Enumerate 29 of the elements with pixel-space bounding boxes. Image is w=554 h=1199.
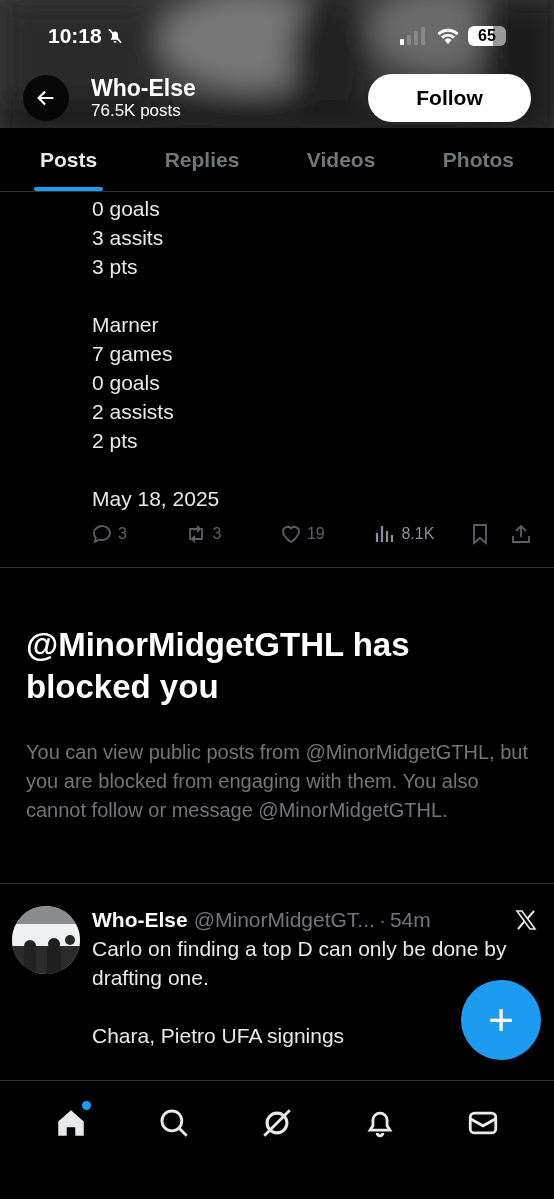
action-reply-button[interactable]: 3 (90, 522, 185, 546)
author-handle: @MinorMidgetGT... (193, 907, 375, 933)
action-repost-button[interactable]: 3 (184, 522, 279, 546)
action-like-button[interactable]: 19 (278, 522, 374, 546)
blocked-title: @MinorMidgetGTHL has blocked you (26, 625, 411, 707)
tab[interactable]: Videos (286, 128, 396, 191)
separator-dot: · (378, 907, 386, 933)
compose-button[interactable]: + (461, 980, 541, 1060)
post-time: 54m (389, 907, 431, 933)
tweet-text: Chara, Pietro UFA signings (92, 1023, 346, 1049)
comment-icon (90, 522, 114, 546)
battery-level: 65 (478, 28, 496, 44)
blocked-message: You can view public posts from @MinorMidgetGTHL, but you are blocked from engaging with them. You also cannot follow or message @MinorMidgetGTHL. (26, 740, 528, 823)
x-logo-icon (514, 908, 538, 932)
post-text: May 18, 2025 (92, 486, 221, 512)
follow-button[interactable]: Follow (368, 74, 531, 122)
action-views-button[interactable]: 8.1K (373, 522, 468, 546)
signal-icon (400, 27, 426, 45)
tab[interactable]: Posts (20, 128, 118, 191)
status-time: 10:18 (48, 23, 102, 50)
post-text: Marner 7 games 0 goals 2 assists 2 pts (92, 312, 175, 454)
post-count: 76.5K posts (91, 102, 182, 119)
profile-name: Who-Else (91, 77, 196, 100)
author-name: Who-Else (92, 907, 188, 933)
post-text: 0 goals 3 assits 3 pts (92, 196, 165, 280)
tab[interactable]: Photos (422, 128, 534, 191)
slashed-circle-icon (260, 1106, 294, 1140)
tab[interactable]: Replies (144, 128, 260, 191)
wifi-icon (436, 27, 460, 45)
